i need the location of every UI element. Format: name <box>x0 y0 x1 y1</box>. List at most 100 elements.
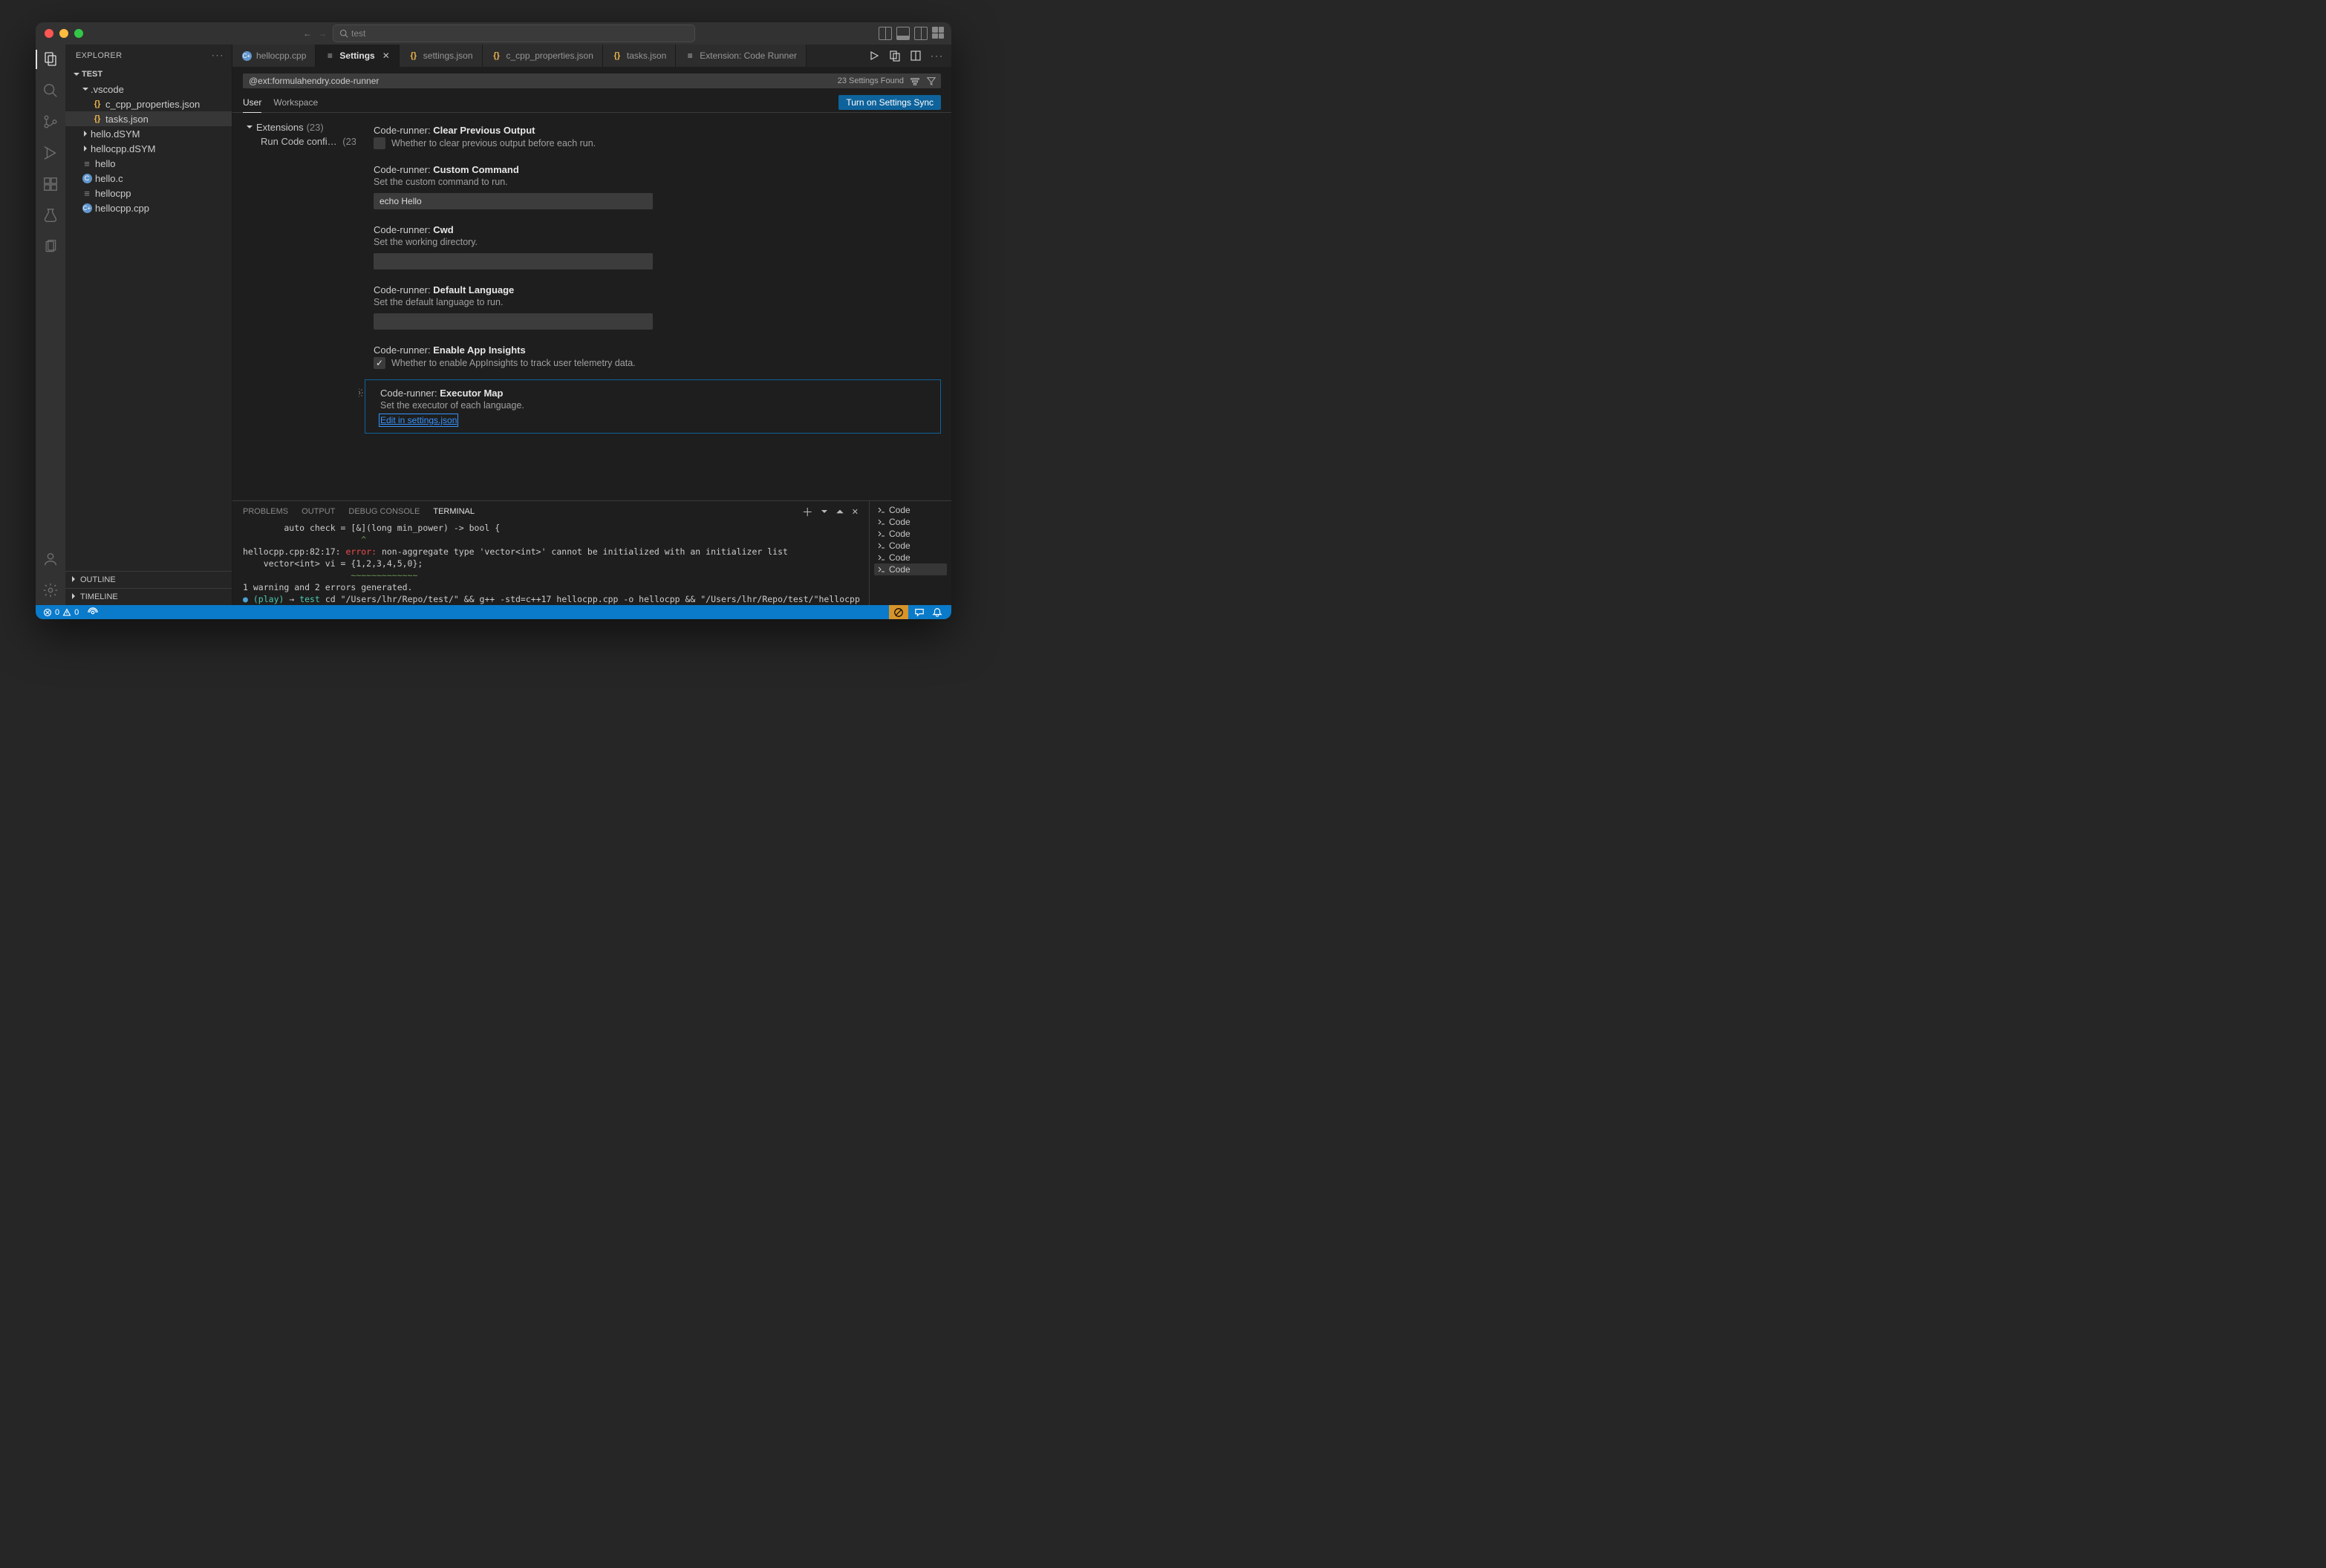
json-icon: {} <box>92 99 102 108</box>
tab-settings-json[interactable]: {}settings.json <box>400 45 483 67</box>
setting-executor-map[interactable]: Code-runner: Executor Map Set the execut… <box>365 379 941 434</box>
folder-hellocpp-dsym[interactable]: hellocpp.dSYM <box>65 141 232 156</box>
terminal-entry[interactable]: Code <box>874 564 947 575</box>
activity-scm-icon[interactable] <box>42 113 59 131</box>
panel-tab-debug[interactable]: DEBUG CONSOLE <box>348 507 420 516</box>
close-window-button[interactable] <box>45 29 53 38</box>
panel-tab-problems[interactable]: PROBLEMS <box>243 507 288 516</box>
file-ccpp-props[interactable]: {} c_cpp_properties.json <box>65 97 232 111</box>
toggle-panel-icon[interactable] <box>896 27 910 40</box>
split-terminal-dropdown-icon[interactable] <box>821 508 828 515</box>
edit-in-settings-link[interactable]: Edit in settings.json <box>380 415 457 425</box>
folder-hello-dsym[interactable]: hello.dSYM <box>65 126 232 141</box>
activity-settings-gear-icon[interactable] <box>42 581 59 599</box>
toggle-secondary-sidebar-icon[interactable] <box>914 27 928 40</box>
activity-search-icon[interactable] <box>42 82 59 99</box>
status-bell-icon[interactable] <box>932 607 942 618</box>
file-tasks-json[interactable]: {} tasks.json <box>65 111 232 126</box>
setting-clear-previous-output: Code-runner: Clear Previous Output Wheth… <box>359 117 951 157</box>
file-hello[interactable]: ≡ hello <box>65 156 232 171</box>
default-language-input[interactable] <box>374 313 653 330</box>
activity-testing-icon[interactable] <box>42 206 59 224</box>
filter-icon[interactable] <box>926 76 936 86</box>
split-editor-icon[interactable] <box>910 50 922 62</box>
panel-tab-output[interactable]: OUTPUT <box>302 507 335 516</box>
customize-layout-icon[interactable] <box>932 27 944 39</box>
more-actions-icon[interactable]: ··· <box>931 50 944 61</box>
settings-filter-text: @ext:formulahendry.code-runner <box>249 76 379 86</box>
scope-workspace[interactable]: Workspace <box>273 93 318 112</box>
terminal-entry[interactable]: Code <box>874 528 947 540</box>
file-label: hellocpp.cpp <box>95 203 149 214</box>
fullscreen-window-button[interactable] <box>74 29 83 38</box>
explorer-more-icon[interactable]: ··· <box>212 51 224 60</box>
file-hellocpp-bin[interactable]: ≡ hellocpp <box>65 186 232 200</box>
cwd-input[interactable] <box>374 253 653 270</box>
status-extension-warn[interactable] <box>889 605 908 619</box>
file-label: c_cpp_properties.json <box>105 99 200 110</box>
panel-tab-terminal[interactable]: TERMINAL <box>433 507 475 516</box>
outline-label: OUTLINE <box>80 575 116 584</box>
activity-references-icon[interactable] <box>42 238 59 255</box>
activity-explorer-icon[interactable] <box>42 50 59 68</box>
terminal-entry[interactable]: Code <box>874 540 947 552</box>
settings-search-input[interactable]: @ext:formulahendry.code-runner 23 Settin… <box>243 74 941 88</box>
terminal-entry[interactable]: Code <box>874 504 947 516</box>
status-bar: 0 0 <box>36 605 951 619</box>
checkbox-appinsights[interactable] <box>374 357 385 369</box>
setting-cwd: Code-runner: Cwd Set the working directo… <box>359 217 951 277</box>
folder-vscode[interactable]: .vscode <box>65 82 232 97</box>
toc-extensions[interactable]: Extensions (23) <box>235 120 356 134</box>
custom-command-input[interactable] <box>374 193 653 209</box>
layout-icons <box>879 27 944 40</box>
tab-label: settings.json <box>423 50 473 61</box>
tab-label: Settings <box>339 50 374 61</box>
file-icon: ≡ <box>82 188 92 199</box>
status-problems[interactable]: 0 0 <box>39 608 83 617</box>
status-ports[interactable] <box>83 607 102 618</box>
nav-back-icon[interactable]: ← <box>303 28 312 39</box>
tab-hellocpp[interactable]: C+hellocpp.cpp <box>232 45 316 67</box>
tab-ccpp-props[interactable]: {}c_cpp_properties.json <box>483 45 603 67</box>
folder-root[interactable]: TEST <box>65 67 232 82</box>
command-center-search[interactable]: test <box>333 24 695 42</box>
settings-found-count: 23 Settings Found <box>838 76 904 85</box>
term-line: auto check = [&](long min_power) -> bool… <box>243 523 500 533</box>
close-panel-icon[interactable]: ✕ <box>852 507 859 517</box>
scope-user[interactable]: User <box>243 93 261 113</box>
terminal-output[interactable]: auto check = [&](long min_power) -> bool… <box>232 522 869 605</box>
open-changes-icon[interactable] <box>889 50 901 62</box>
setting-desc: Set the executor of each language. <box>380 400 925 411</box>
settings-sync-button[interactable]: Turn on Settings Sync <box>838 95 941 110</box>
terminal-label: Code <box>889 529 910 539</box>
file-hello-c[interactable]: C hello.c <box>65 171 232 186</box>
checkbox-clear[interactable] <box>374 137 385 149</box>
tab-settings[interactable]: ≡Settings✕ <box>316 45 399 67</box>
nav-forward-icon[interactable]: → <box>318 28 327 39</box>
new-terminal-icon[interactable]: ＋ <box>802 504 813 520</box>
tab-tasks-json[interactable]: {}tasks.json <box>603 45 676 67</box>
file-hellocpp-cpp[interactable]: C+ hellocpp.cpp <box>65 200 232 215</box>
activity-debug-icon[interactable] <box>42 144 59 162</box>
maximize-panel-icon[interactable] <box>835 507 844 516</box>
title-bar: ← → test <box>36 22 951 45</box>
timeline-section[interactable]: TIMELINE <box>65 588 232 605</box>
gear-icon[interactable] <box>359 388 364 400</box>
terminal-entry[interactable]: Code <box>874 516 947 528</box>
status-feedback-icon[interactable] <box>914 607 925 618</box>
terminal-entry[interactable]: Code <box>874 552 947 564</box>
tab-label: hellocpp.cpp <box>256 50 306 61</box>
toggle-primary-sidebar-icon[interactable] <box>879 27 892 40</box>
toc-runcode[interactable]: Run Code confi… (23) <box>235 134 356 148</box>
minimize-window-button[interactable] <box>59 29 68 38</box>
outline-section[interactable]: OUTLINE <box>65 571 232 588</box>
search-icon <box>339 29 348 38</box>
clear-filter-icon[interactable] <box>910 76 920 86</box>
activity-account-icon[interactable] <box>42 550 59 568</box>
close-tab-icon[interactable]: ✕ <box>382 50 390 61</box>
run-code-icon[interactable] <box>868 50 880 62</box>
activity-extensions-icon[interactable] <box>42 175 59 193</box>
tab-ext-coderunner[interactable]: ≡Extension: Code Runner <box>676 45 807 67</box>
file-label: hello.c <box>95 173 123 184</box>
settings-list[interactable]: Code-runner: Clear Previous Output Wheth… <box>359 113 951 500</box>
